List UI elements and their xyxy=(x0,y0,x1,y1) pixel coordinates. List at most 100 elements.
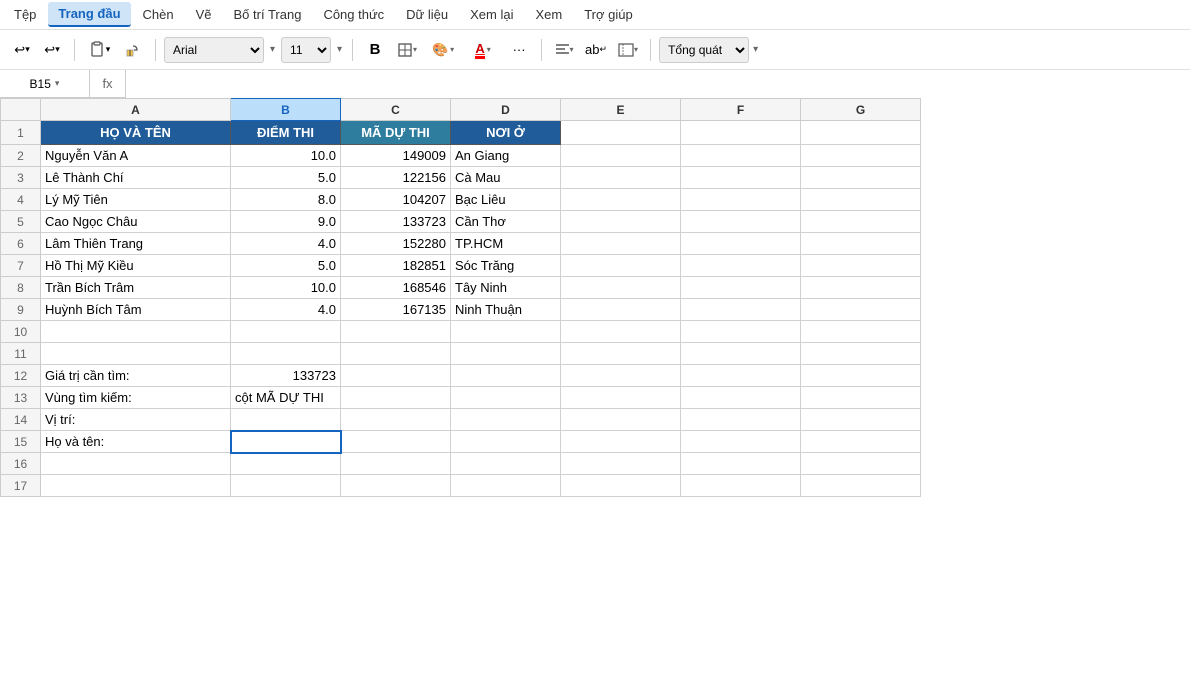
row-num[interactable]: 4 xyxy=(1,189,41,211)
header-ho-va-ten[interactable]: HỌ VÀ TÊN xyxy=(41,121,231,145)
cell-code[interactable]: 104207 xyxy=(341,189,451,211)
header-noi-o[interactable]: NƠI Ở xyxy=(451,121,561,145)
cell-place[interactable]: TP.HCM xyxy=(451,233,561,255)
cell-place[interactable]: An Giang xyxy=(451,145,561,167)
cell-1f[interactable] xyxy=(681,121,801,145)
cell-place[interactable]: Sóc Trăng xyxy=(451,255,561,277)
cell-score[interactable]: 4.0 xyxy=(231,233,341,255)
menu-help[interactable]: Trợ giúp xyxy=(574,3,643,26)
menu-file[interactable]: Tệp xyxy=(4,3,46,26)
cell-f[interactable] xyxy=(681,145,801,167)
cell-1g[interactable] xyxy=(801,121,921,145)
merge-button[interactable]: ▾ xyxy=(614,37,642,63)
row-num-12[interactable]: 12 xyxy=(1,365,41,387)
col-header-f[interactable]: F xyxy=(681,99,801,121)
cell-score[interactable]: 10.0 xyxy=(231,145,341,167)
header-ma-du-thi[interactable]: MÃ DỰ THI xyxy=(341,121,451,145)
cell-g[interactable] xyxy=(801,145,921,167)
cell-code[interactable]: 133723 xyxy=(341,211,451,233)
col-header-c[interactable]: C xyxy=(341,99,451,121)
col-header-d[interactable]: D xyxy=(451,99,561,121)
cell-score[interactable]: 4.0 xyxy=(231,299,341,321)
row-num-10[interactable]: 10 xyxy=(1,321,41,343)
menu-insert[interactable]: Chèn xyxy=(133,3,184,26)
cell-score[interactable]: 9.0 xyxy=(231,211,341,233)
cell-name[interactable]: Lê Thành Chí xyxy=(41,167,231,189)
menu-review[interactable]: Xem lại xyxy=(460,3,523,26)
redo-button[interactable]: ↩▾ xyxy=(38,37,66,63)
cell-score[interactable]: 5.0 xyxy=(231,255,341,277)
cell-label-12a[interactable]: Giá trị cần tìm: xyxy=(41,365,231,387)
row-num[interactable]: 3 xyxy=(1,167,41,189)
row-num-1[interactable]: 1 xyxy=(1,121,41,145)
cell-score[interactable]: 5.0 xyxy=(231,167,341,189)
row-num-13[interactable]: 13 xyxy=(1,387,41,409)
bold-button[interactable]: B xyxy=(361,37,389,63)
cell-1e[interactable] xyxy=(561,121,681,145)
col-header-e[interactable]: E xyxy=(561,99,681,121)
row-num-14[interactable]: 14 xyxy=(1,409,41,431)
cell-score[interactable]: 10.0 xyxy=(231,277,341,299)
cell-label-14a[interactable]: Vị trí: xyxy=(41,409,231,431)
cell-name[interactable]: Huỳnh Bích Tâm xyxy=(41,299,231,321)
clipboard-button[interactable]: ▾ xyxy=(83,37,115,63)
borders-button[interactable]: ▾ xyxy=(393,37,421,63)
row-num-16[interactable]: 16 xyxy=(1,453,41,475)
cell-label-15a[interactable]: Họ và tên: xyxy=(41,431,231,453)
row-num[interactable]: 5 xyxy=(1,211,41,233)
menu-draw[interactable]: Vẽ xyxy=(186,3,222,26)
font-select[interactable]: Arial xyxy=(164,37,264,63)
menu-home[interactable]: Trang đầu xyxy=(48,2,130,27)
cell-e[interactable] xyxy=(561,145,681,167)
cell-value-14b[interactable] xyxy=(231,409,341,431)
cell-name[interactable]: Nguyễn Văn A xyxy=(41,145,231,167)
cell-code[interactable]: 167135 xyxy=(341,299,451,321)
menu-formula[interactable]: Công thức xyxy=(313,3,394,26)
menu-view[interactable]: Xem xyxy=(525,3,572,26)
row-num[interactable]: 2 xyxy=(1,145,41,167)
row-num-15[interactable]: 15 xyxy=(1,431,41,453)
cell-code[interactable]: 152280 xyxy=(341,233,451,255)
cell-place[interactable]: Tây Ninh xyxy=(451,277,561,299)
formula-input[interactable] xyxy=(126,70,1190,98)
cell-code[interactable]: 182851 xyxy=(341,255,451,277)
cell-value-13b[interactable]: cột MÃ DỰ THI xyxy=(231,387,341,409)
align-button[interactable]: ▾ xyxy=(550,37,578,63)
undo-button[interactable]: ↩▾ xyxy=(8,37,36,63)
more-button[interactable]: ··· xyxy=(505,37,533,63)
cell-place[interactable]: Ninh Thuận xyxy=(451,299,561,321)
cell-score[interactable]: 8.0 xyxy=(231,189,341,211)
cell-place[interactable]: Bạc Liêu xyxy=(451,189,561,211)
cell-place[interactable]: Cần Thơ xyxy=(451,211,561,233)
col-header-b[interactable]: B xyxy=(231,99,341,121)
wrap-button[interactable]: ab↵ xyxy=(582,37,610,63)
cell-name[interactable]: Lý Mỹ Tiên xyxy=(41,189,231,211)
cell-name[interactable]: Lâm Thiên Trang xyxy=(41,233,231,255)
cell-reference[interactable]: B15 ▾ xyxy=(0,70,90,98)
cell-code[interactable]: 168546 xyxy=(341,277,451,299)
menu-layout[interactable]: Bố trí Trang xyxy=(224,3,312,26)
cell-name[interactable]: Cao Ngọc Châu xyxy=(41,211,231,233)
font-size-select[interactable]: 11 xyxy=(281,37,331,63)
fill-color-button[interactable]: 🎨▾ xyxy=(425,37,461,63)
cell-name[interactable]: Trần Bích Trâm xyxy=(41,277,231,299)
format-painter-button[interactable] xyxy=(119,37,147,63)
cell-label-13a[interactable]: Vùng tìm kiếm: xyxy=(41,387,231,409)
cell-code[interactable]: 149009 xyxy=(341,145,451,167)
number-format-select[interactable]: Tổng quát xyxy=(659,37,749,63)
cell-code[interactable]: 122156 xyxy=(341,167,451,189)
row-num[interactable]: 8 xyxy=(1,277,41,299)
font-color-button[interactable]: A▾ xyxy=(465,37,501,63)
cell-name[interactable]: Hồ Thị Mỹ Kiều xyxy=(41,255,231,277)
row-num[interactable]: 6 xyxy=(1,233,41,255)
row-num-11[interactable]: 11 xyxy=(1,343,41,365)
row-num[interactable]: 9 xyxy=(1,299,41,321)
menu-data[interactable]: Dữ liệu xyxy=(396,3,458,26)
cell-place[interactable]: Cà Mau xyxy=(451,167,561,189)
cell-value-12b[interactable]: 133723 xyxy=(231,365,341,387)
col-header-a[interactable]: A xyxy=(41,99,231,121)
col-header-g[interactable]: G xyxy=(801,99,921,121)
row-num[interactable]: 7 xyxy=(1,255,41,277)
header-diem-thi[interactable]: ĐIỂM THI xyxy=(231,121,341,145)
row-num-17[interactable]: 17 xyxy=(1,475,41,497)
